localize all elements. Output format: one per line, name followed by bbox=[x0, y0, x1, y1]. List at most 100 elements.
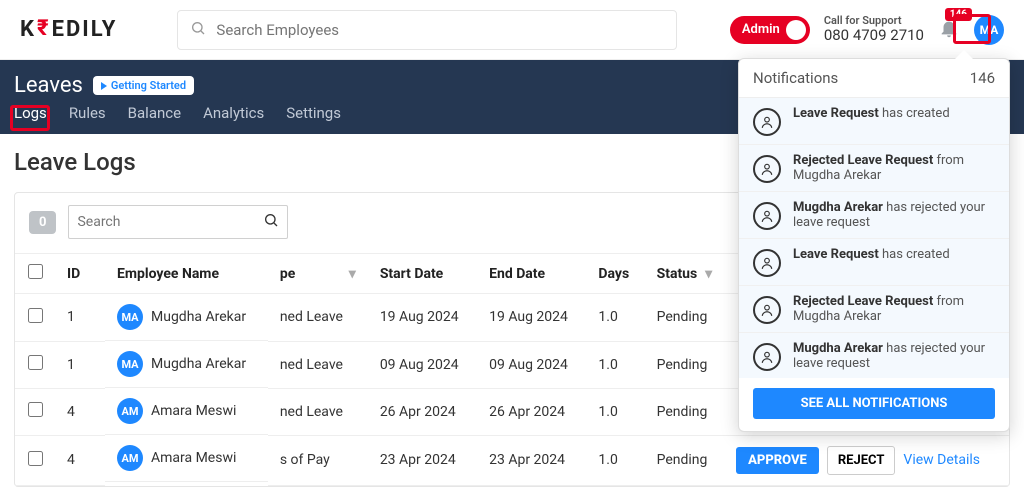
table-row: 4AMAmara Meswis of Pay23 Apr 202423 Apr … bbox=[15, 435, 1009, 485]
col-start[interactable]: Start Date bbox=[368, 254, 477, 294]
notifications-list[interactable]: Leave Request has created Rejected Leave … bbox=[739, 98, 1009, 378]
search-icon bbox=[190, 20, 216, 40]
notification-text: Rejected Leave Request from Mugdha Areka… bbox=[793, 153, 995, 183]
notification-text: Mugdha Arekar has rejected your leave re… bbox=[793, 200, 995, 230]
cell-end: 23 Apr 2024 bbox=[477, 435, 586, 485]
select-all-checkbox[interactable] bbox=[28, 264, 43, 279]
search-icon bbox=[263, 212, 279, 232]
notification-text: Mugdha Arekar has rejected your leave re… bbox=[793, 341, 995, 371]
notifications-button[interactable]: 146 bbox=[938, 17, 960, 43]
admin-toggle[interactable]: Admin bbox=[730, 16, 810, 44]
cell-actions: APPROVE REJECT View Details bbox=[724, 435, 1009, 485]
cell-end: 19 Aug 2024 bbox=[477, 294, 586, 342]
tab-analytics[interactable]: Analytics bbox=[203, 104, 264, 126]
cell-employee[interactable]: MA Mugdha Arekar bbox=[105, 341, 268, 388]
brand-logo[interactable]: K ₹ EDILY bbox=[20, 17, 117, 42]
col-checkbox bbox=[15, 254, 55, 294]
cell-end: 09 Aug 2024 bbox=[477, 341, 586, 388]
col-status[interactable]: Status▾ bbox=[645, 254, 725, 294]
notification-item[interactable]: Mugdha Arekar has rejected your leave re… bbox=[739, 333, 1009, 378]
admin-label: Admin bbox=[742, 22, 780, 37]
notification-item[interactable]: Leave Request has created bbox=[739, 98, 1009, 145]
cell-status: Pending bbox=[645, 388, 725, 435]
notifications-header: Notifications 146 bbox=[739, 59, 1009, 98]
person-icon bbox=[753, 155, 781, 183]
cell-status: Pending bbox=[645, 294, 725, 342]
support-number: 080 4709 2710 bbox=[824, 27, 924, 44]
cell-start: 23 Apr 2024 bbox=[368, 435, 477, 485]
notifications-title: Notifications bbox=[753, 69, 838, 87]
col-days[interactable]: Days bbox=[586, 254, 644, 294]
global-search-input[interactable] bbox=[216, 21, 664, 39]
approve-button[interactable]: APPROVE bbox=[736, 447, 819, 474]
notification-item[interactable]: Rejected Leave Request from Mugdha Areka… bbox=[739, 286, 1009, 333]
col-end[interactable]: End Date bbox=[477, 254, 586, 294]
cell-id: 1 bbox=[55, 294, 105, 342]
row-checkbox[interactable] bbox=[28, 308, 43, 323]
cell-id: 1 bbox=[55, 341, 105, 388]
cell-days: 1.0 bbox=[586, 294, 644, 342]
employee-name: Mugdha Arekar bbox=[151, 356, 246, 372]
getting-started-label: Getting Started bbox=[111, 79, 186, 92]
view-details-link[interactable]: View Details bbox=[903, 452, 980, 468]
col-employee[interactable]: Employee Name bbox=[105, 254, 268, 294]
logo-post: EDILY bbox=[52, 17, 118, 42]
employee-avatar: AM bbox=[117, 398, 143, 424]
tab-balance[interactable]: Balance bbox=[128, 104, 181, 126]
employee-name: Amara Meswi bbox=[151, 450, 236, 466]
global-search[interactable] bbox=[177, 10, 677, 50]
col-type[interactable]: pe▾ bbox=[268, 254, 368, 294]
tab-logs[interactable]: Logs bbox=[14, 104, 47, 126]
logo-rupee: ₹ bbox=[37, 16, 51, 41]
notification-item[interactable]: Mugdha Arekar has rejected your leave re… bbox=[739, 192, 1009, 239]
bell-icon bbox=[938, 24, 960, 43]
cell-employee[interactable]: MAMugdha Arekar bbox=[105, 294, 268, 341]
cell-start: 19 Aug 2024 bbox=[368, 294, 477, 342]
reject-button[interactable]: REJECT bbox=[827, 446, 896, 475]
user-avatar[interactable]: MA bbox=[974, 15, 1004, 45]
selection-count: 0 bbox=[29, 211, 56, 234]
tab-rules[interactable]: Rules bbox=[69, 104, 106, 126]
top-bar: K ₹ EDILY Admin Call for Support 080 470… bbox=[0, 0, 1024, 60]
employee-name: Mugdha Arekar bbox=[151, 309, 246, 325]
employee-avatar: MA bbox=[117, 351, 143, 377]
logs-search-input[interactable] bbox=[77, 214, 263, 230]
cell-days: 1.0 bbox=[586, 435, 644, 485]
cell-type: s of Pay bbox=[268, 435, 368, 485]
notification-text: Leave Request has created bbox=[793, 106, 950, 136]
col-id[interactable]: ID bbox=[55, 254, 105, 294]
row-checkbox[interactable] bbox=[28, 402, 43, 417]
row-checkbox[interactable] bbox=[28, 355, 43, 370]
cell-type: ned Leave bbox=[268, 388, 368, 435]
notification-item[interactable]: Leave Request has created bbox=[739, 239, 1009, 286]
play-icon bbox=[101, 82, 107, 90]
cell-type: ned Leave bbox=[268, 341, 368, 388]
getting-started-button[interactable]: Getting Started bbox=[93, 76, 194, 95]
filter-icon[interactable]: ▾ bbox=[705, 266, 712, 282]
notifications-panel: Notifications 146 Leave Request has crea… bbox=[738, 58, 1010, 432]
notifications-count: 146 bbox=[970, 69, 995, 87]
notification-item[interactable]: Rejected Leave Request from Mugdha Areka… bbox=[739, 145, 1009, 192]
cell-employee[interactable]: AM Amara Meswi bbox=[105, 435, 268, 482]
cell-days: 1.0 bbox=[586, 388, 644, 435]
row-checkbox[interactable] bbox=[28, 451, 43, 466]
cell-start: 09 Aug 2024 bbox=[368, 341, 477, 388]
notification-text: Leave Request has created bbox=[793, 247, 950, 277]
notification-text: Rejected Leave Request from Mugdha Areka… bbox=[793, 294, 995, 324]
tab-settings[interactable]: Settings bbox=[286, 104, 341, 126]
support-block: Call for Support 080 4709 2710 bbox=[824, 15, 924, 45]
employee-avatar: AM bbox=[117, 445, 143, 471]
person-icon bbox=[753, 343, 781, 371]
logs-search[interactable] bbox=[68, 205, 288, 239]
person-icon bbox=[753, 296, 781, 324]
logo-pre: K bbox=[20, 17, 36, 42]
toggle-knob bbox=[786, 20, 806, 40]
cell-employee[interactable]: AM Amara Meswi bbox=[105, 388, 268, 435]
cell-days: 1.0 bbox=[586, 341, 644, 388]
notification-badge: 146 bbox=[945, 8, 972, 21]
module-title: Leaves bbox=[14, 73, 83, 98]
filter-icon[interactable]: ▾ bbox=[349, 266, 356, 282]
employee-name: Amara Meswi bbox=[151, 403, 236, 419]
see-all-notifications-button[interactable]: SEE ALL NOTIFICATIONS bbox=[753, 388, 995, 419]
person-icon bbox=[753, 108, 781, 136]
